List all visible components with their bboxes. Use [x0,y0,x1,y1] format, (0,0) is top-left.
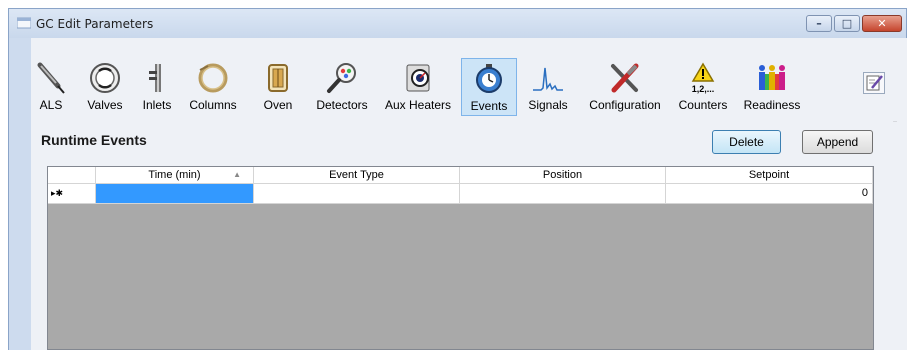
column-header-time[interactable]: Time (min) ▲ [96,167,254,184]
client-area: ALS Valves Inlets Columns Oven Detectors… [31,38,907,350]
close-icon: ✕ [877,17,887,30]
signal-peak-icon [533,67,563,91]
minimize-button[interactable]: – [806,15,832,32]
tool-inlets[interactable]: Inlets [137,58,177,116]
row-header-new-row-icon[interactable]: ▸✱ [48,184,96,204]
tool-label: Inlets [142,98,172,112]
tool-label: Detectors [316,98,368,112]
panel-title: Runtime Events [41,132,147,148]
edit-notes-button[interactable] [863,72,885,94]
tool-label: Counters [678,98,728,112]
tool-configuration[interactable]: Configuration [585,58,665,116]
minimize-icon: – [816,17,822,30]
module-toolbar: ALS Valves Inlets Columns Oven Detectors… [31,52,907,128]
column-header-event-type[interactable]: Event Type [254,167,460,184]
tool-signals[interactable]: Signals [523,58,573,116]
inlet-icon [149,64,161,92]
app-window-icon [17,17,31,29]
tool-label: Configuration [589,98,661,112]
als-syringe-icon [37,62,65,94]
tool-label: Oven [263,98,293,112]
events-stopwatch-icon [476,64,502,93]
svg-text:1,2,...: 1,2,... [692,84,715,94]
aux-heater-gauge-icon [406,64,430,92]
append-button[interactable]: Append [802,130,873,154]
tool-label: Aux Heaters [384,98,452,112]
tool-label: Readiness [743,98,801,112]
cell-event-type[interactable] [254,184,460,204]
tool-valves[interactable]: Valves [83,58,127,116]
configuration-tools-icon [611,63,639,93]
window-title: GC Edit Parameters [36,17,154,31]
oven-icon [268,64,288,92]
column-header-setpoint[interactable]: Setpoint [666,167,873,184]
tool-als[interactable]: ALS [33,58,69,116]
cell-setpoint[interactable]: 0 [666,184,873,204]
cell-time[interactable] [96,184,254,204]
tool-oven[interactable]: Oven [255,58,301,116]
tool-columns[interactable]: Columns [185,58,241,116]
sort-ascending-icon: ▲ [233,170,241,179]
readiness-people-icon [759,65,785,90]
tool-label: ALS [39,98,63,112]
detector-magnifier-icon [327,63,356,93]
maximize-button[interactable]: □ [834,15,860,32]
runtime-events-panel: Runtime Events Delete Append Time (min) … [31,122,907,350]
column-coil-icon [198,63,228,93]
tool-detectors[interactable]: Detectors [313,58,371,116]
maximize-icon: □ [841,17,853,30]
valve-icon [90,63,120,93]
delete-button[interactable]: Delete [712,130,781,154]
events-grid[interactable]: Time (min) ▲ Event Type Position Setpoin… [47,166,874,350]
tool-readiness[interactable]: Readiness [741,58,803,116]
tool-label: Valves [87,98,123,112]
cell-position[interactable] [460,184,666,204]
window-title-bar[interactable]: GC Edit Parameters – □ ✕ [8,8,907,38]
close-button[interactable]: ✕ [862,15,902,32]
grid-corner-header [48,167,96,184]
window-left-frame [8,38,31,350]
edit-pencil-icon [866,75,883,91]
column-header-position[interactable]: Position [460,167,666,184]
tool-label: Columns [189,98,237,112]
tool-label: Events [470,99,508,113]
tool-counters[interactable]: 1,2,... Counters [675,58,731,116]
counters-warning-icon: 1,2,... [691,62,715,94]
tool-aux-heaters[interactable]: Aux Heaters [383,58,453,116]
tool-label: Signals [528,98,568,112]
tool-events[interactable]: Events [461,58,517,116]
